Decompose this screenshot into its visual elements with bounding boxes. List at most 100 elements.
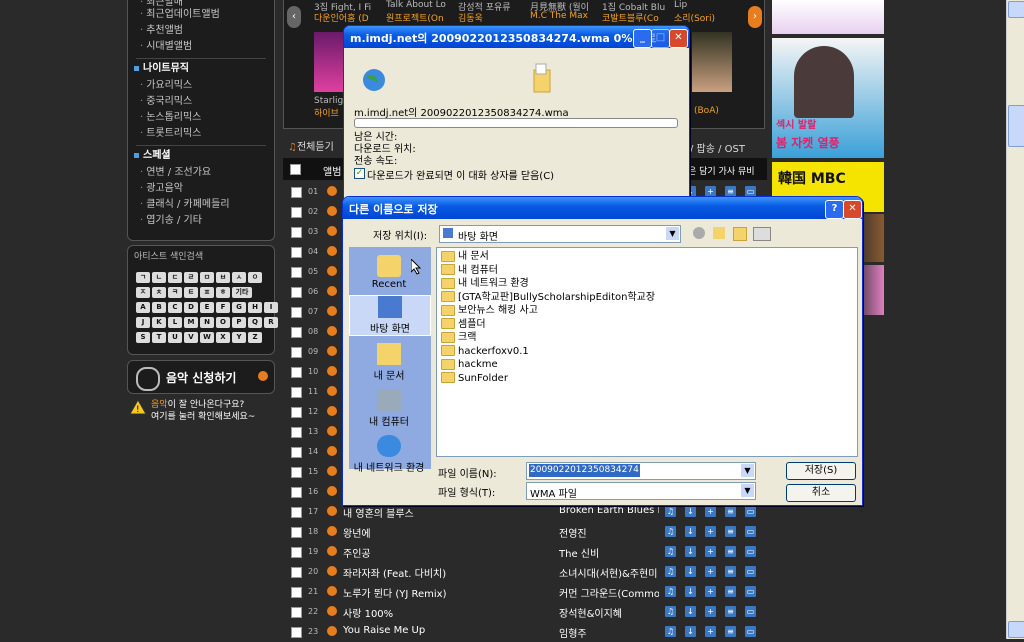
- album-icon[interactable]: [327, 566, 337, 576]
- album-icon[interactable]: [327, 246, 337, 256]
- lyrics-icon[interactable]: ≡: [725, 626, 736, 637]
- listen-icon[interactable]: ♫: [665, 546, 676, 557]
- row-checkbox[interactable]: [291, 407, 302, 418]
- sidebar-item[interactable]: 클래식 / 카페메들리: [140, 198, 229, 212]
- row-checkbox[interactable]: [291, 467, 302, 478]
- artist-index-key[interactable]: R: [264, 317, 278, 328]
- table-row[interactable]: 21 노루가 뛴다 (YJ Remix) 커먼 그라운드(Commo ♫ ↓ + ≡ ▭: [283, 582, 767, 602]
- place-my-computer[interactable]: 내 컴퓨터: [349, 389, 429, 428]
- ad-banner[interactable]: [772, 0, 884, 34]
- song-artist[interactable]: Broken Earth Blues Ba: [559, 505, 659, 516]
- artist-index-key[interactable]: Q: [248, 317, 262, 328]
- album-icon[interactable]: [327, 606, 337, 616]
- dialog-titlebar[interactable]: m.imdj.net의 20090220123508342​74.wma 0% …: [344, 26, 689, 48]
- lyrics-icon[interactable]: ≡: [725, 526, 736, 537]
- row-checkbox[interactable]: [291, 187, 302, 198]
- page-scrollbar[interactable]: [1006, 0, 1024, 639]
- row-checkbox[interactable]: [291, 287, 302, 298]
- album-icon[interactable]: [327, 626, 337, 636]
- album-cover[interactable]: [692, 32, 732, 92]
- video-icon[interactable]: ▭: [745, 606, 756, 617]
- artist-index-key[interactable]: I: [264, 302, 278, 313]
- add-icon[interactable]: +: [705, 566, 716, 577]
- download-icon[interactable]: ↓: [685, 606, 696, 617]
- place-my-documents[interactable]: 내 문서: [349, 343, 429, 382]
- row-checkbox[interactable]: [291, 247, 302, 258]
- album-icon[interactable]: [327, 346, 337, 356]
- row-checkbox[interactable]: [291, 627, 302, 638]
- close-button[interactable]: ✕: [669, 29, 688, 48]
- new-folder-icon[interactable]: [733, 227, 747, 241]
- lyrics-icon[interactable]: ≡: [725, 546, 736, 557]
- artist-index-key[interactable]: D: [184, 302, 198, 313]
- dialog-titlebar[interactable]: 다른 이름으로 저장 ? ✕: [343, 197, 862, 219]
- sidebar-item[interactable]: 광고음악: [140, 182, 183, 196]
- file-list-item[interactable]: 내 네트워크 환경: [441, 277, 529, 290]
- carousel-artist[interactable]: 소리(Sori): [674, 11, 715, 24]
- album-icon[interactable]: [327, 546, 337, 556]
- artist-index-key[interactable]: K: [152, 317, 166, 328]
- view-menu-icon[interactable]: [753, 227, 771, 241]
- song-artist[interactable]: 장석현&이지혜: [559, 605, 659, 620]
- song-title[interactable]: 좌라자좌 (Feat. 다비치): [343, 565, 446, 580]
- song-artist[interactable]: 소녀시대(서현)&주현미: [559, 565, 659, 580]
- carousel-next-button[interactable]: ›: [748, 6, 762, 28]
- artist-index-key[interactable]: X: [216, 332, 230, 343]
- close-on-complete-checkbox[interactable]: ✓: [354, 168, 365, 179]
- artist-index-key[interactable]: O: [216, 317, 230, 328]
- song-title[interactable]: 왕년에: [343, 525, 371, 540]
- artist-index-key[interactable]: ㅅ: [232, 272, 246, 283]
- album-icon[interactable]: [327, 266, 337, 276]
- row-checkbox[interactable]: [291, 487, 302, 498]
- genre-tabs[interactable]: / 팝송 / OST: [690, 140, 745, 155]
- carousel-artist[interactable]: 김동욱: [458, 11, 483, 24]
- select-all-checkbox[interactable]: [290, 164, 301, 175]
- video-icon[interactable]: ▭: [745, 626, 756, 637]
- download-icon[interactable]: ↓: [685, 586, 696, 597]
- artist-index-key[interactable]: L: [168, 317, 182, 328]
- album-icon[interactable]: [327, 286, 337, 296]
- song-artist[interactable]: 전영진: [559, 525, 659, 540]
- place-desktop[interactable]: 바탕 화면: [349, 295, 431, 336]
- save-button[interactable]: 저장(S): [786, 462, 856, 480]
- carousel-prev-button[interactable]: ‹: [287, 6, 301, 28]
- row-checkbox[interactable]: [291, 567, 302, 578]
- row-checkbox[interactable]: [291, 327, 302, 338]
- table-row[interactable]: 18 왕년에 전영진 ♫ ↓ + ≡ ▭: [283, 522, 767, 542]
- section-night-music[interactable]: 나이트뮤직: [134, 62, 189, 76]
- listen-icon[interactable]: ♫: [665, 566, 676, 577]
- artist-index-key[interactable]: ㄴ: [152, 272, 166, 283]
- row-checkbox[interactable]: [291, 207, 302, 218]
- row-checkbox[interactable]: [291, 547, 302, 558]
- artist-index-key[interactable]: ㅊ: [152, 287, 166, 298]
- artist-index-key[interactable]: H: [248, 302, 262, 313]
- song-title[interactable]: 사랑 100%: [343, 605, 393, 620]
- row-checkbox[interactable]: [291, 387, 302, 398]
- artist-index-key[interactable]: G: [232, 302, 246, 313]
- sidebar-item[interactable]: 연변 / 조선가요: [140, 166, 211, 180]
- album-icon[interactable]: [327, 586, 337, 596]
- listen-icon[interactable]: ♫: [665, 606, 676, 617]
- section-special[interactable]: 스페셜: [134, 149, 171, 163]
- file-list-item[interactable]: SunFolder: [441, 372, 508, 385]
- carousel-artist[interactable]: M.C The Max: [530, 11, 588, 21]
- artist-index-key[interactable]: W: [200, 332, 214, 343]
- song-title[interactable]: You Raise Me Up: [343, 625, 425, 636]
- file-list-item[interactable]: 보안뉴스 해킹 사고: [441, 304, 538, 317]
- album-icon[interactable]: [327, 406, 337, 416]
- artist-index-key[interactable]: J: [136, 317, 150, 328]
- file-list-item[interactable]: hackme: [441, 358, 498, 371]
- artist-index-key[interactable]: F: [216, 302, 230, 313]
- download-icon[interactable]: ↓: [685, 626, 696, 637]
- listen-icon[interactable]: ♫: [665, 506, 676, 517]
- minimize-button[interactable]: _: [633, 29, 652, 48]
- chevron-down-icon[interactable]: ▼: [666, 227, 679, 240]
- artist-index-key[interactable]: U: [168, 332, 182, 343]
- album-icon[interactable]: [327, 326, 337, 336]
- row-checkbox[interactable]: [291, 427, 302, 438]
- album-icon[interactable]: [327, 186, 337, 196]
- album-icon[interactable]: [327, 506, 337, 516]
- artist-index-key[interactable]: ㄱ: [136, 272, 150, 283]
- artist-index-key[interactable]: ㄹ: [184, 272, 198, 283]
- song-artist[interactable]: 임형주: [559, 625, 659, 640]
